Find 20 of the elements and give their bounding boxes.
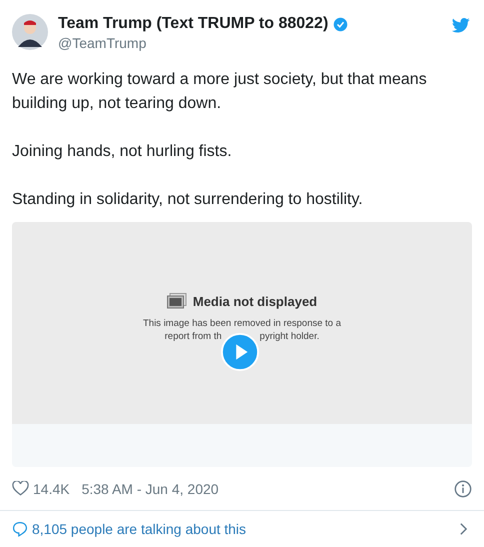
- like-count[interactable]: 14.4K: [33, 480, 70, 497]
- media-title: Media not displayed: [192, 294, 318, 309]
- media-message: This image has been removed in response to a: [142, 317, 342, 330]
- play-button[interactable]: [221, 333, 259, 372]
- avatar[interactable]: [12, 14, 48, 50]
- chevron-icon[interactable]: [459, 522, 468, 536]
- tweet-paragraph: Standing in solidarity, not surrendering to hostility.: [12, 190, 364, 210]
- media-message: pyright holder.: [260, 330, 320, 344]
- tweet-paragraph: Joining hands, not hurling fists.: [12, 142, 233, 162]
- media-message: report from th: [164, 330, 222, 344]
- comment-icon[interactable]: [12, 520, 28, 537]
- heart-icon[interactable]: [12, 481, 29, 496]
- conversation-link[interactable]: 8,105 people are talking about this: [32, 520, 459, 537]
- user-handle[interactable]: @TeamTrump: [58, 34, 146, 52]
- display-name[interactable]: Team Trump (Text TRUMP to 88022): [58, 14, 328, 34]
- info-icon[interactable]: [454, 480, 472, 498]
- tweet-paragraph: We are working toward a more just society, but that means building up, not tearing down.: [12, 70, 428, 114]
- timestamp[interactable]: 5:38 AM - Jun 4, 2020: [82, 480, 454, 497]
- bird-icon[interactable]: [452, 18, 470, 33]
- image-icon: [166, 293, 187, 310]
